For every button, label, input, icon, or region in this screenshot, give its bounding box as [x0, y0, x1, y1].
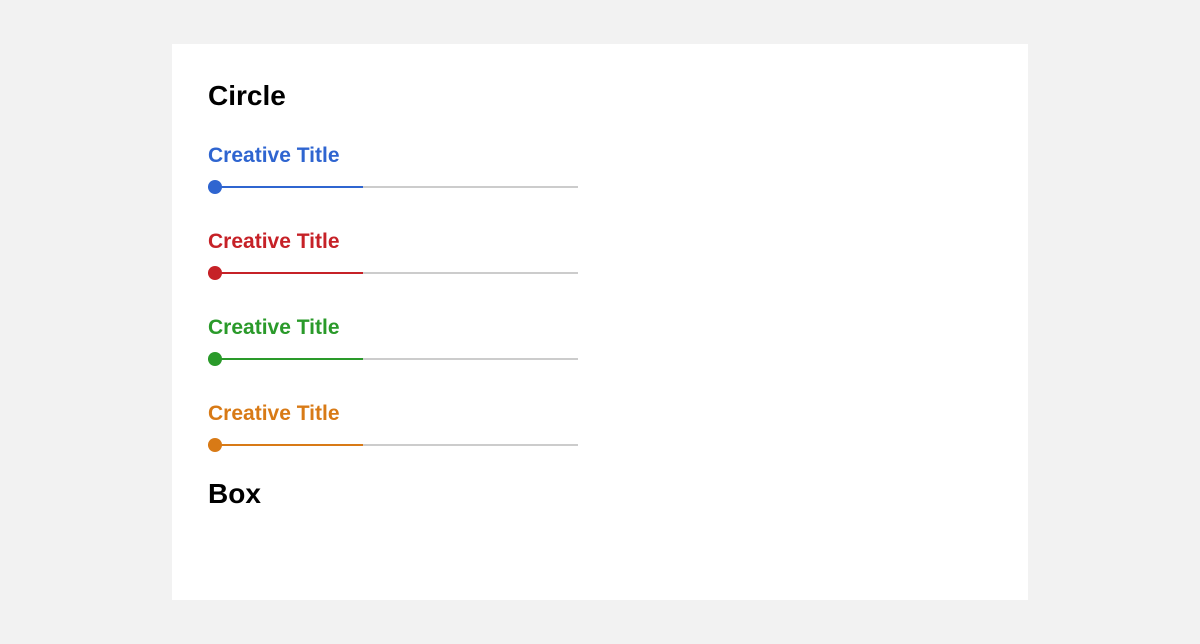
progress-title: Creative Title	[208, 402, 992, 426]
progress-bar	[208, 438, 578, 452]
progress-title: Creative Title	[208, 230, 992, 254]
progress-title: Creative Title	[208, 144, 992, 168]
content-card: Circle Creative Title Creative Title Cre…	[172, 44, 1028, 600]
circle-icon	[208, 266, 222, 280]
progress-item: Creative Title	[208, 144, 992, 194]
circle-icon	[208, 352, 222, 366]
progress-item: Creative Title	[208, 402, 992, 452]
section-heading-circle: Circle	[208, 80, 992, 112]
progress-item: Creative Title	[208, 230, 992, 280]
progress-fill	[208, 272, 363, 274]
progress-fill	[208, 358, 363, 360]
circle-icon	[208, 438, 222, 452]
progress-bar	[208, 266, 578, 280]
progress-fill	[208, 444, 363, 446]
progress-item: Creative Title	[208, 316, 992, 366]
progress-bar	[208, 352, 578, 366]
section-heading-box: Box	[208, 478, 992, 510]
progress-fill	[208, 186, 363, 188]
progress-title: Creative Title	[208, 316, 992, 340]
circle-icon	[208, 180, 222, 194]
progress-bar	[208, 180, 578, 194]
